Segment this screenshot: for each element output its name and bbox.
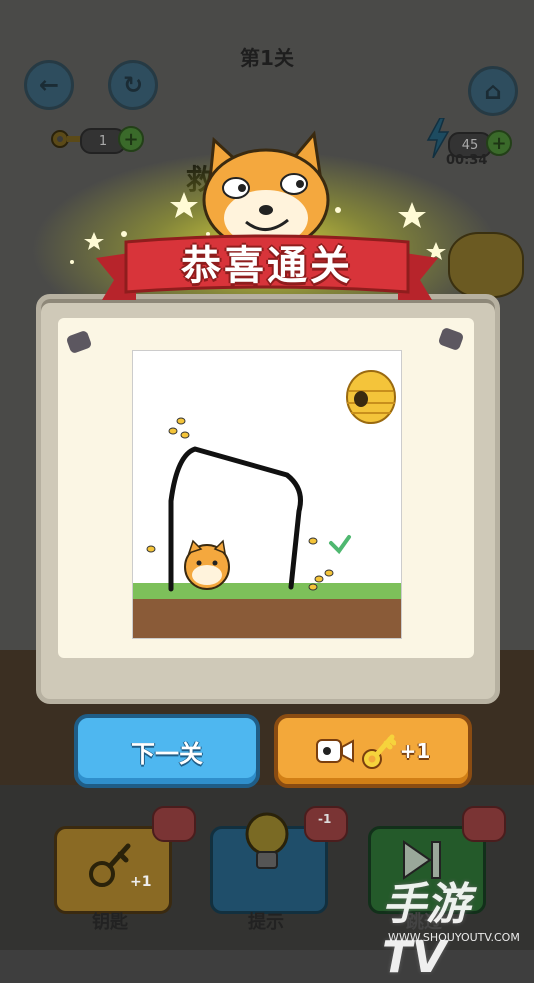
arrow-left-icon: ← <box>38 71 60 99</box>
next-level-label: 下一关 <box>131 739 203 768</box>
next-level-button[interactable]: 下一关 <box>74 714 260 788</box>
hint-badge: -1 <box>318 812 332 826</box>
video-bubble-icon <box>152 806 196 842</box>
watch-video-reward-button[interactable]: +1 <box>274 714 472 788</box>
home-icon: ⌂ <box>484 77 502 105</box>
hint-label: 提示 <box>248 912 284 933</box>
key-badge: +1 <box>130 874 152 890</box>
watermark-brand: 手游TV <box>382 879 470 983</box>
back-button[interactable]: ← <box>24 60 74 110</box>
key-icon <box>86 838 136 888</box>
watermark-url: WWW.SHOUYOUTV.COM <box>388 931 520 944</box>
golden-key-icon <box>360 731 397 771</box>
solution-snapshot <box>132 350 402 639</box>
key-label: 钥匙 <box>92 912 128 933</box>
refresh-icon: ↻ <box>122 71 144 99</box>
level-complete-title: 恭喜通关 <box>181 243 353 289</box>
video-camera-icon <box>315 738 354 764</box>
lightbulb-icon <box>242 808 292 878</box>
level-title: 第1关 <box>240 46 294 70</box>
home-button[interactable]: ⌂ <box>468 66 518 116</box>
restart-button[interactable]: ↻ <box>108 60 158 110</box>
background-beehive <box>448 232 524 298</box>
video-bubble-icon <box>462 806 506 842</box>
add-keys-button[interactable]: + <box>118 126 144 152</box>
reward-amount: +1 <box>399 739 431 763</box>
